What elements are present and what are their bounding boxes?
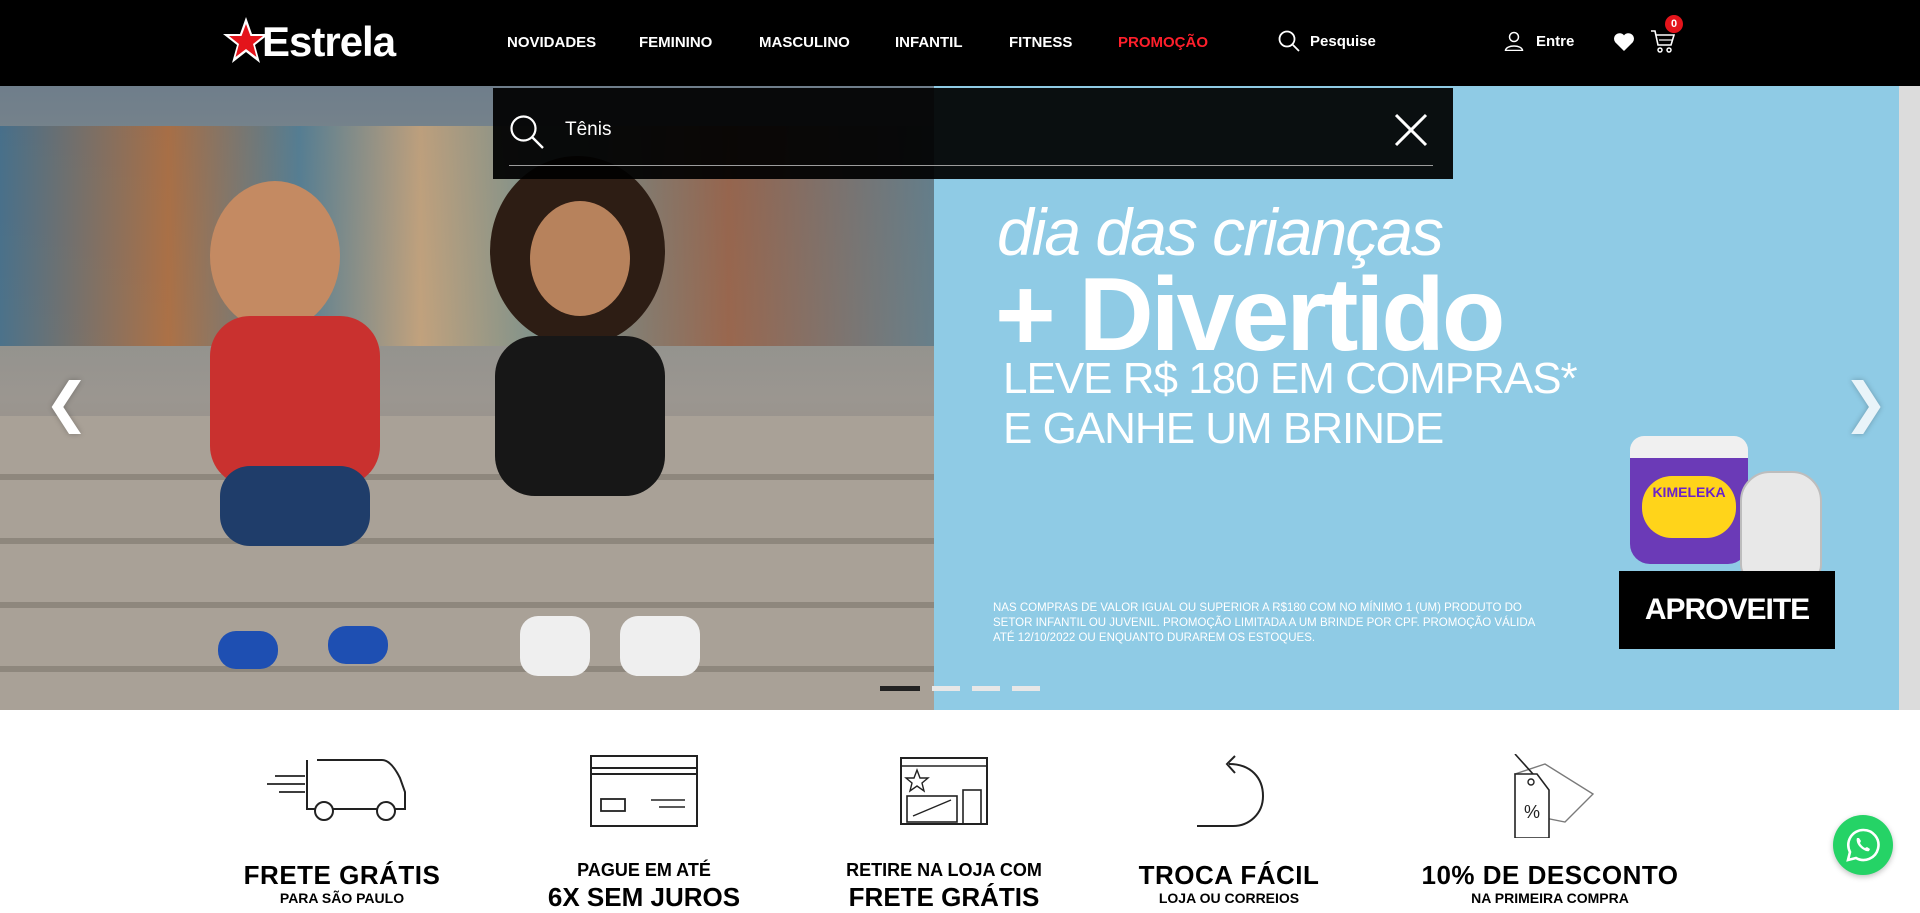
nav-novidades[interactable]: NOVIDADES	[507, 34, 596, 51]
wishlist-heart-icon[interactable]	[1613, 32, 1635, 57]
carousel-prev-arrow-icon[interactable]: ❮	[44, 376, 89, 430]
hero-banner[interactable]: dia das crianças + Divertido LEVE R$ 180…	[0, 86, 1920, 710]
search-button[interactable]: Pesquise	[1278, 30, 1376, 52]
promo-fine-print: NAS COMPRAS DE VALOR IGUAL OU SUPERIOR A…	[993, 602, 1535, 644]
banner-photo-kids	[0, 86, 934, 710]
feature-title: FRETE GRÁTIS	[243, 860, 441, 890]
search-input[interactable]	[565, 112, 1345, 148]
carousel-dot-2[interactable]	[932, 686, 960, 691]
user-icon	[1504, 31, 1524, 51]
search-button-label: Pesquise	[1310, 32, 1376, 50]
search-icon	[1278, 30, 1300, 52]
site-header: Estrela NOVIDADES FEMININO MASCULINO INF…	[0, 0, 1920, 86]
kimeleka-product-image: KIMELEKA	[1630, 436, 1748, 564]
carousel-next-arrow-icon[interactable]: ❯	[1843, 376, 1888, 430]
nav-masculino[interactable]: MASCULINO	[759, 34, 850, 51]
feature-subtitle: NA PRIMEIRA COMPRA	[1471, 890, 1629, 906]
search-overlay	[493, 88, 1453, 179]
carousel-dots	[880, 686, 1040, 691]
promo-offer-line-2: E GANHE UM BRINDE	[1003, 404, 1444, 453]
carousel-dot-4[interactable]	[1012, 686, 1040, 691]
estrela-logo[interactable]: Estrela	[222, 14, 396, 68]
nav-infantil[interactable]: INFANTIL	[895, 34, 963, 51]
whatsapp-icon	[1846, 828, 1880, 862]
promo-offer: LEVE R$ 180 EM COMPRAS* E GANHE UM BRIND…	[1003, 354, 1578, 454]
feature-title: TROCA FÁCIL	[1138, 860, 1320, 890]
product-label: KIMELEKA	[1652, 484, 1726, 500]
carousel-dot-3[interactable]	[972, 686, 1000, 691]
logo-wordmark: Estrela	[262, 18, 396, 65]
gift-product-image	[1740, 471, 1822, 581]
promo-offer-line-1: LEVE R$ 180 EM COMPRAS*	[1003, 354, 1578, 403]
close-icon[interactable]	[1393, 112, 1429, 153]
cart-count-badge: 0	[1665, 15, 1683, 33]
feature-title: RETIRE NA LOJA COM	[846, 860, 1042, 880]
star-icon	[222, 15, 270, 67]
carousel-dot-1[interactable]	[880, 686, 920, 691]
feature-subtitle: LOJA OU CORREIOS	[1158, 890, 1300, 906]
credit-card-icon	[494, 754, 794, 834]
aproveite-button[interactable]: APROVEITE	[1619, 571, 1835, 649]
feature-title: PAGUE EM ATÉ	[577, 860, 711, 880]
delivery-truck-icon	[192, 754, 492, 834]
discount-tag-icon: %	[1400, 754, 1700, 838]
login-label: Entre	[1536, 32, 1575, 50]
nav-feminino[interactable]: FEMININO	[639, 34, 712, 51]
feature-title: 10% DE DESCONTO	[1421, 860, 1679, 890]
login-button[interactable]: Entre	[1504, 31, 1574, 51]
search-overlay-icon	[509, 114, 545, 155]
return-arrow-icon	[1079, 754, 1379, 834]
nav-fitness[interactable]: FITNESS	[1009, 34, 1072, 51]
svg-text:%: %	[1524, 802, 1540, 822]
feature-subtitle: PARA SÃO PAULO	[279, 890, 405, 906]
store-pickup-icon	[794, 754, 1094, 834]
whatsapp-button[interactable]	[1833, 815, 1893, 875]
nav-promocao[interactable]: PROMOÇÃO	[1118, 34, 1208, 51]
features-strip: FRETE GRÁTIS PARA SÃO PAULO PAGUE EM ATÉ…	[0, 710, 1920, 912]
